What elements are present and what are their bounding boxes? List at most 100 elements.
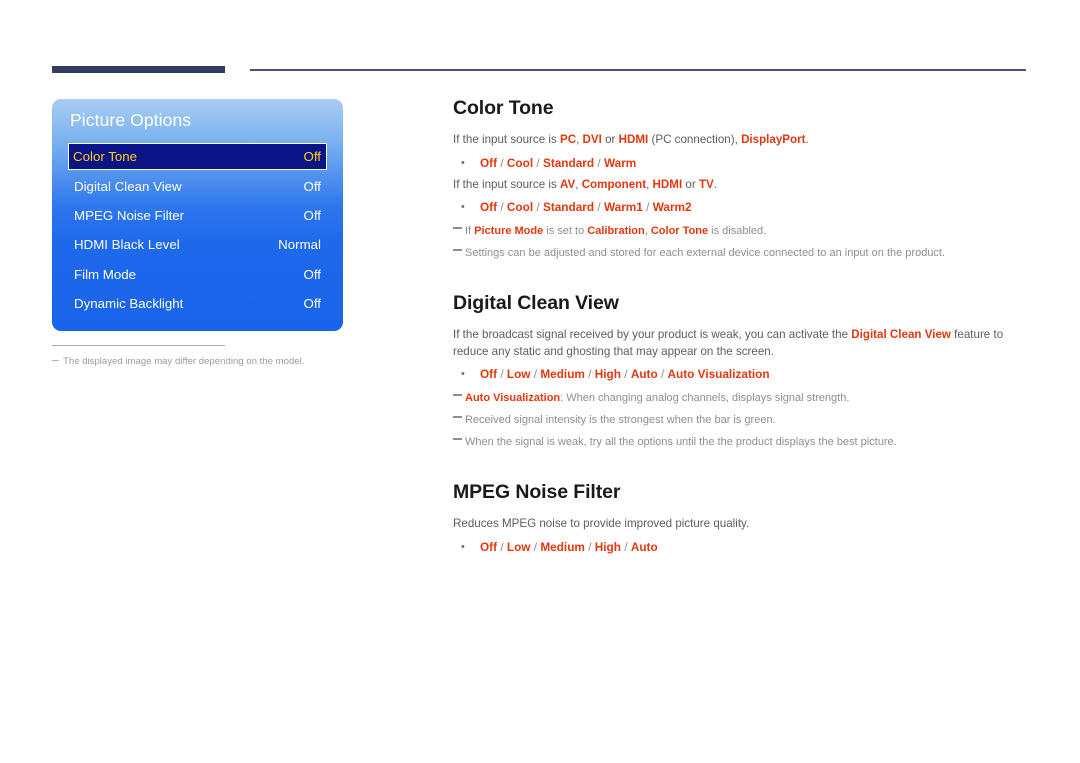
section-title: Digital Clean View (453, 292, 619, 314)
separator: / (530, 539, 541, 554)
osd-footnote: The displayed image may differ depending… (52, 355, 382, 369)
text-run: If the input source is (453, 133, 560, 146)
separator: / (584, 367, 595, 381)
osd-panel-title: Picture Options (70, 110, 192, 130)
digital-clean-view-body: If the broadcast signal received by your… (453, 327, 1028, 360)
option-auto-visualization[interactable]: Auto Visualization (668, 367, 770, 381)
note-dash-icon (453, 227, 462, 229)
term-dvi: DVI (582, 133, 602, 146)
osd-item-value: Off (303, 296, 322, 312)
option-off[interactable]: Off (480, 540, 497, 554)
color-tone-intro-2: If the input source is AV, Component, HD… (453, 177, 1028, 194)
option-medium[interactable]: Medium (540, 367, 585, 381)
color-tone-note-1: If Picture Mode is set to Calibration, C… (453, 223, 1028, 239)
term-hdmi: HDMI (618, 133, 649, 146)
option-off[interactable]: Off (480, 156, 497, 170)
option-off[interactable]: Off (480, 367, 497, 381)
option-list: Off / Cool / Standard / Warm (480, 155, 636, 171)
osd-item-label: Digital Clean View (74, 178, 182, 194)
content-column: Color Tone If the input source is PC, DV… (453, 96, 1028, 555)
footnote-dash-icon (52, 359, 59, 361)
option-warm[interactable]: Warm (604, 156, 636, 170)
note-dash-icon (453, 416, 462, 418)
page-header-rule (0, 0, 1080, 73)
osd-menu-item-dynamic-backlight[interactable]: Dynamic Backlight Off (68, 289, 327, 318)
digital-clean-view-note-3: When the signal is weak, try all the opt… (453, 434, 1028, 450)
header-bar-thin (250, 69, 1026, 71)
term-calibration: Calibration (587, 225, 645, 237)
bullet-icon: • (461, 540, 465, 553)
note-dash-icon (453, 249, 462, 251)
text-run: : When changing analog channels, display… (560, 392, 850, 404)
option-medium[interactable]: Medium (540, 540, 585, 554)
option-standard[interactable]: Standard (543, 200, 594, 214)
osd-menu-item-mpeg-noise-filter[interactable]: MPEG Noise Filter Off (68, 201, 327, 230)
digital-clean-view-note-1: Auto Visualization: When changing analog… (453, 390, 1028, 406)
option-standard[interactable]: Standard (543, 156, 594, 170)
term-auto-visualization: Auto Visualization (465, 392, 561, 404)
note-dash-icon (453, 394, 462, 396)
mpeg-noise-filter-options: • Off / Low / Medium / High / Auto (453, 539, 1028, 555)
osd-item-label: Film Mode (74, 266, 137, 282)
option-list: Off / Low / Medium / High / Auto / Auto … (480, 366, 770, 382)
mpeg-noise-filter-body: Reduces MPEG noise to provide improved p… (453, 517, 750, 530)
note-dash-icon (453, 438, 462, 440)
osd-item-label: HDMI Black Level (74, 237, 180, 253)
option-cool[interactable]: Cool (507, 156, 533, 170)
separator: / (657, 367, 668, 381)
osd-menu-item-digital-clean-view[interactable]: Digital Clean View Off (68, 171, 327, 200)
term-av: AV (559, 177, 576, 191)
color-tone-note-2: Settings can be adjusted and stored for … (453, 245, 1028, 261)
separator: / (620, 539, 631, 554)
text-run: (PC connection), (648, 133, 742, 146)
section-mpeg-noise-filter: MPEG Noise Filter Reduces MPEG noise to … (453, 480, 1028, 555)
text-run: or (682, 177, 699, 191)
term-digital-clean-view: Digital Clean View (851, 328, 951, 341)
note-text: When the signal is weak, try all the opt… (465, 436, 897, 448)
osd-item-label: MPEG Noise Filter (74, 207, 185, 223)
bullet-icon: • (461, 201, 465, 213)
separator: / (497, 539, 507, 554)
separator: / (533, 155, 543, 170)
separator: / (642, 200, 653, 214)
option-auto[interactable]: Auto (631, 540, 658, 554)
text-run: . (713, 177, 717, 191)
footnote-divider (52, 345, 225, 346)
separator: / (533, 200, 543, 214)
section-digital-clean-view: Digital Clean View If the broadcast sign… (453, 291, 1028, 450)
separator: / (594, 155, 604, 170)
term-pc: PC (559, 133, 577, 146)
osd-menu-item-hdmi-black-level[interactable]: HDMI Black Level Normal (68, 230, 327, 259)
option-cool[interactable]: Cool (507, 200, 533, 214)
text-run: . (805, 133, 809, 146)
option-high[interactable]: High (595, 540, 621, 554)
osd-item-label: Dynamic Backlight (74, 296, 184, 312)
text-run: or (601, 133, 619, 146)
separator: / (594, 200, 604, 214)
color-tone-options-av: • Off / Cool / Standard / Warm1 / Warm2 (453, 199, 1028, 215)
option-warm1[interactable]: Warm1 (604, 200, 643, 214)
text-run: is disabled. (708, 225, 767, 237)
option-high[interactable]: High (595, 367, 621, 381)
osd-footnote-text: The displayed image may differ depending… (63, 356, 305, 367)
color-tone-options-pc: • Off / Cool / Standard / Warm (453, 155, 1028, 171)
separator: / (497, 155, 507, 170)
option-auto[interactable]: Auto (631, 367, 658, 381)
digital-clean-view-options: • Off / Low / Medium / High / Auto / Aut… (453, 366, 1028, 382)
option-low[interactable]: Low (507, 367, 531, 381)
option-low[interactable]: Low (507, 540, 531, 554)
osd-menu-item-film-mode[interactable]: Film Mode Off (68, 260, 327, 289)
term-tv: TV (698, 177, 714, 191)
osd-item-label: Color Tone (73, 149, 138, 164)
option-off[interactable]: Off (480, 200, 497, 214)
separator: / (584, 539, 595, 554)
osd-menu-item-color-tone[interactable]: Color Tone Off (68, 143, 327, 170)
osd-item-value: Off (303, 178, 322, 194)
section-color-tone: Color Tone If the input source is PC, DV… (453, 96, 1028, 261)
option-warm2[interactable]: Warm2 (653, 200, 692, 214)
header-bar-thick (52, 66, 225, 73)
bullet-icon: • (461, 156, 465, 169)
section-title: MPEG Noise Filter (453, 481, 621, 503)
osd-item-value: Off (303, 207, 322, 223)
separator: / (497, 367, 507, 381)
